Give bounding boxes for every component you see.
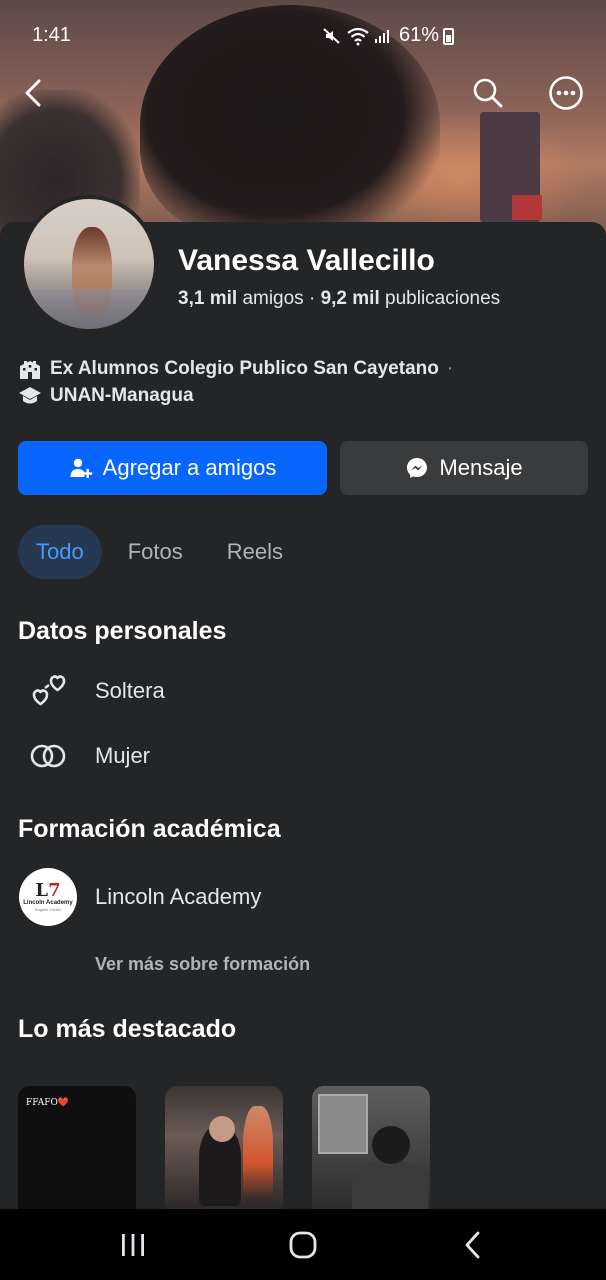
more-icon — [549, 76, 583, 110]
add-friend-icon — [70, 458, 92, 478]
signal-icon — [373, 28, 393, 49]
gender-row: Mujer — [18, 726, 150, 786]
back-arrow-icon — [465, 1231, 480, 1259]
message-button[interactable]: Mensaje — [340, 441, 588, 495]
posts-count: 9,2 mil — [320, 288, 380, 309]
tab-reels[interactable]: Reels — [209, 525, 301, 579]
status-bar: 1:41 61% — [0, 0, 606, 72]
home-icon — [289, 1231, 317, 1259]
message-label: Mensaje — [439, 455, 523, 480]
education-school-name: Lincoln Academy — [95, 884, 262, 909]
education-row-lincoln[interactable]: L7 Lincoln Academy English Center Lincol… — [18, 867, 261, 927]
more-options-button[interactable] — [544, 71, 588, 115]
friends-count: 3,1 mil — [178, 288, 238, 309]
search-icon — [473, 78, 503, 108]
status-time: 1:41 — [32, 24, 71, 46]
relationship-status: Soltera — [95, 678, 165, 703]
lincoln-academy-logo: L7 Lincoln Academy English Center — [19, 868, 77, 926]
recents-button[interactable] — [113, 1225, 153, 1265]
system-navigation-bar — [0, 1209, 606, 1280]
gender-value: Mujer — [95, 743, 151, 768]
profile-tabs: Todo Fotos Reels — [18, 525, 309, 579]
graduation-cap-icon — [19, 387, 41, 404]
gender-icon — [18, 726, 78, 786]
education-section-title: Formación académica — [18, 815, 281, 843]
messenger-icon — [407, 458, 428, 478]
school-separator: · — [446, 358, 454, 379]
school-building-icon — [20, 361, 40, 379]
personal-section-title: Datos personales — [18, 617, 227, 645]
search-button[interactable] — [466, 71, 510, 115]
profile-stats: 3,1 mil amigos · 9,2 mil publicaciones — [178, 288, 501, 309]
home-button[interactable] — [283, 1225, 323, 1265]
lincoln-logo-sub: English Center — [34, 907, 62, 912]
recents-icon — [122, 1234, 144, 1256]
hearts-icon — [18, 661, 78, 721]
school-name: Ex Alumnos Colegio Publico San Cayetano — [50, 358, 439, 379]
profile-avatar[interactable] — [20, 195, 158, 333]
add-friend-label: Agregar a amigos — [102, 455, 277, 480]
battery-percent: 61% — [399, 24, 440, 46]
school-line[interactable]: Ex Alumnos Colegio Publico San Cayetano … — [18, 357, 453, 381]
tab-fotos[interactable]: Fotos — [110, 525, 201, 579]
tab-todo[interactable]: Todo — [18, 525, 102, 579]
posts-label: publicaciones — [385, 288, 501, 309]
mute-icon — [322, 26, 342, 51]
university-line[interactable]: UNAN-Managua — [18, 384, 194, 408]
battery-icon — [443, 28, 454, 45]
profile-name: Vanessa Vallecillo — [178, 244, 435, 277]
highlight-caption: FFAFO❤️ — [26, 1098, 70, 1108]
back-button[interactable] — [12, 71, 56, 115]
friends-label[interactable]: amigos — [242, 288, 303, 309]
system-back-button[interactable] — [453, 1225, 493, 1265]
highlights-section-title: Lo más destacado — [18, 1015, 237, 1043]
lincoln-logo-text: Lincoln Academy — [23, 900, 73, 906]
add-friend-button[interactable]: Agregar a amigos — [18, 441, 327, 495]
university-name: UNAN-Managua — [50, 385, 194, 406]
highlight-item[interactable] — [165, 1086, 283, 1211]
wifi-icon — [346, 26, 370, 51]
highlight-item[interactable] — [312, 1086, 430, 1211]
see-more-education-link[interactable]: Ver más sobre formación — [95, 954, 310, 975]
relationship-row: Soltera — [18, 661, 165, 721]
chevron-left-icon — [25, 79, 41, 107]
highlight-item[interactable]: FFAFO❤️ — [18, 1086, 136, 1211]
